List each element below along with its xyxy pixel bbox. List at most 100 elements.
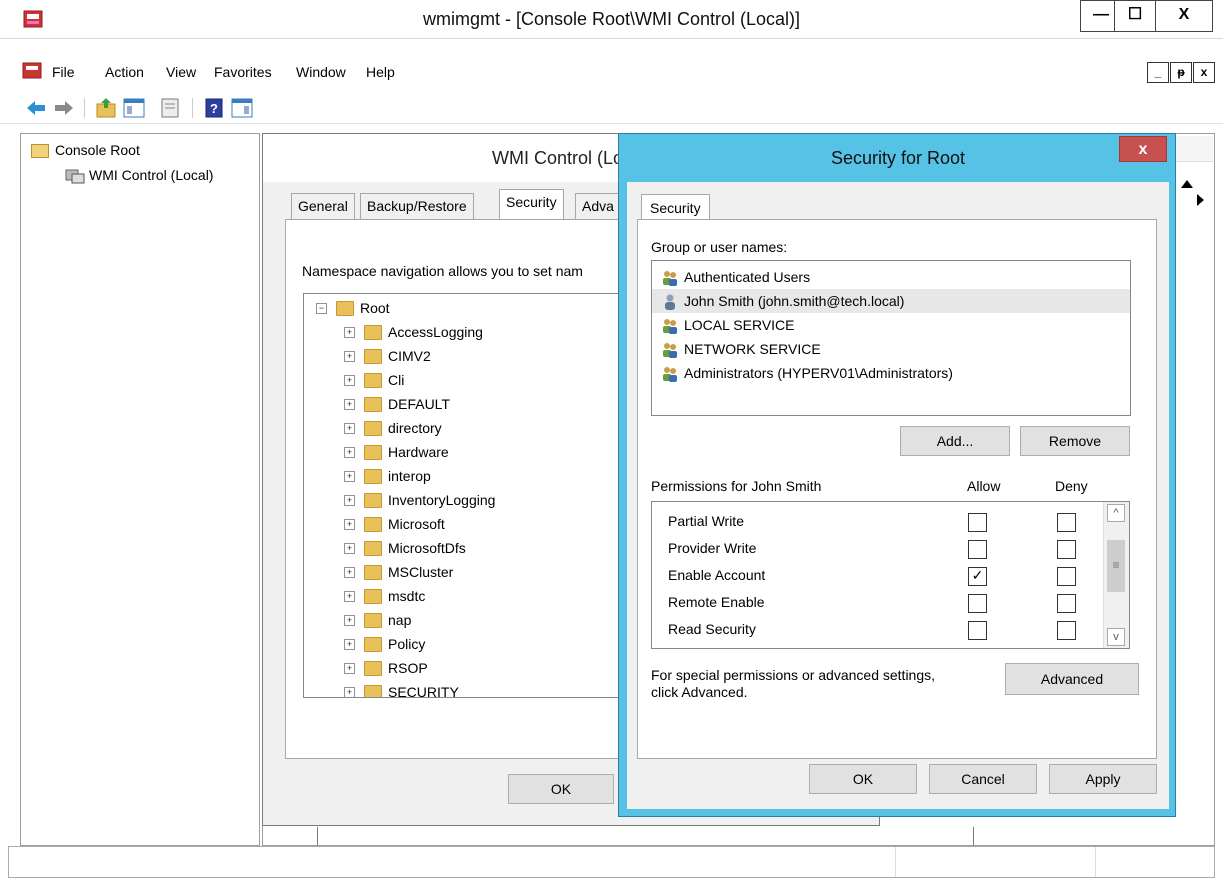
tree-node[interactable]: + MSCluster <box>304 560 634 584</box>
remove-button[interactable]: Remove <box>1020 426 1130 456</box>
collapse-icon[interactable]: − <box>316 303 327 314</box>
expand-icon[interactable]: + <box>344 351 355 362</box>
user-icon <box>662 293 678 310</box>
menu-file[interactable]: File <box>46 60 81 84</box>
user-list-item[interactable]: LOCAL SERVICE <box>652 313 1130 337</box>
expand-icon[interactable]: + <box>344 615 355 626</box>
user-list-item[interactable]: Authenticated Users <box>652 265 1130 289</box>
folder-icon <box>364 421 382 436</box>
expand-icon[interactable]: + <box>344 495 355 506</box>
namespace-tree[interactable]: − Root + AccessLogging + CIMV2 + Cli + DEFAULT + di… <box>303 293 643 698</box>
tree-node[interactable]: − Root <box>304 296 634 320</box>
deny-checkbox[interactable] <box>1057 567 1076 586</box>
back-arrow-icon[interactable] <box>24 96 48 120</box>
tree-node[interactable]: + nap <box>304 608 634 632</box>
allow-checkbox[interactable] <box>968 621 987 640</box>
advanced-button[interactable]: Advanced <box>1005 663 1139 695</box>
allow-checkbox[interactable] <box>968 513 987 532</box>
folder-icon <box>364 469 382 484</box>
expand-icon[interactable]: + <box>344 663 355 674</box>
tree-node[interactable]: + Hardware <box>304 440 634 464</box>
up-folder-icon[interactable] <box>94 96 118 120</box>
user-list-item[interactable]: Administrators (HYPERV01\Administrators) <box>652 361 1130 385</box>
tab-backup-restore[interactable]: Backup/Restore <box>360 193 474 219</box>
apply-button[interactable]: Apply <box>1049 764 1157 794</box>
users-list[interactable]: Authenticated Users John Smith (john.smit… <box>651 260 1131 416</box>
tree-node[interactable]: + Cli <box>304 368 634 392</box>
deny-checkbox[interactable] <box>1057 540 1076 559</box>
allow-checkbox[interactable] <box>968 540 987 559</box>
collapse-arrow-icon[interactable] <box>1181 180 1193 188</box>
scroll-thumb[interactable]: ≡ <box>1107 540 1125 592</box>
folder-icon <box>364 517 382 532</box>
ok-button[interactable]: OK <box>809 764 917 794</box>
expand-icon[interactable]: + <box>344 639 355 650</box>
expand-icon[interactable]: + <box>344 327 355 338</box>
mdi-restore-button[interactable]: ᵽ <box>1170 62 1192 83</box>
add-button[interactable]: Add... <box>900 426 1010 456</box>
expand-icon[interactable]: + <box>344 591 355 602</box>
tree-node[interactable]: + CIMV2 <box>304 344 634 368</box>
menu-help[interactable]: Help <box>360 60 401 84</box>
group-users-icon <box>662 317 678 334</box>
properties-icon[interactable] <box>158 96 182 120</box>
expand-icon[interactable]: + <box>344 687 355 697</box>
scroll-up-icon[interactable]: ^ <box>1107 504 1125 522</box>
scroll-down-icon[interactable]: v <box>1107 628 1125 646</box>
expand-icon[interactable]: + <box>344 519 355 530</box>
tab-general[interactable]: General <box>291 193 355 219</box>
expand-icon[interactable]: + <box>344 447 355 458</box>
close-button[interactable]: X <box>1155 0 1213 32</box>
tree-node[interactable]: + Microsoft <box>304 512 634 536</box>
menu-action[interactable]: Action <box>99 60 150 84</box>
tab-advanced[interactable]: Adva <box>575 193 621 219</box>
tree-node[interactable]: + MicrosoftDfs <box>304 536 634 560</box>
cancel-button[interactable]: Cancel <box>929 764 1037 794</box>
expand-icon[interactable]: + <box>344 471 355 482</box>
permissions-scrollbar[interactable]: ^ ≡ v <box>1103 502 1129 648</box>
user-list-item[interactable]: NETWORK SERVICE <box>652 337 1130 361</box>
permission-name: Enable Account <box>668 567 766 583</box>
allow-checkbox[interactable]: ✓ <box>968 567 987 586</box>
more-actions-arrow-icon[interactable] <box>1197 194 1204 206</box>
tab-security[interactable]: Security <box>641 194 710 220</box>
tab-security[interactable]: Security <box>499 189 564 219</box>
ok-button[interactable]: OK <box>508 774 614 804</box>
expand-icon[interactable]: + <box>344 399 355 410</box>
window-title: wmimgmt - [Console Root\WMI Control (Loc… <box>422 9 801 29</box>
expand-icon[interactable]: + <box>344 543 355 554</box>
mdi-close-button[interactable]: x <box>1193 62 1215 83</box>
tree-item-wmi-control[interactable]: WMI Control (Local) <box>89 167 213 183</box>
menu-favorites[interactable]: Favorites <box>208 60 278 84</box>
tree-item-console-root[interactable]: Console Root <box>55 142 140 158</box>
user-list-item[interactable]: John Smith (john.smith@tech.local) <box>652 289 1130 313</box>
tree-node[interactable]: + directory <box>304 416 634 440</box>
tree-node[interactable]: + Policy <box>304 632 634 656</box>
tree-node[interactable]: + AccessLogging <box>304 320 634 344</box>
tree-node-label: RSOP <box>388 660 428 676</box>
expand-icon[interactable]: + <box>344 567 355 578</box>
close-button[interactable]: x <box>1119 136 1167 162</box>
mdi-minimize-button[interactable]: _ <box>1147 62 1169 83</box>
maximize-button[interactable]: ☐ <box>1114 0 1156 32</box>
deny-checkbox[interactable] <box>1057 513 1076 532</box>
allow-checkbox[interactable] <box>968 594 987 613</box>
forward-arrow-icon[interactable] <box>52 96 76 120</box>
show-hide-tree-icon[interactable] <box>122 96 146 120</box>
tree-node[interactable]: + SECURITY <box>304 680 634 697</box>
app-menu-icon[interactable] <box>22 61 42 81</box>
tree-node[interactable]: + msdtc <box>304 584 634 608</box>
show-action-pane-icon[interactable] <box>230 96 254 120</box>
deny-checkbox[interactable] <box>1057 594 1076 613</box>
tree-node[interactable]: + RSOP <box>304 656 634 680</box>
deny-checkbox[interactable] <box>1057 621 1076 640</box>
tree-node[interactable]: + DEFAULT <box>304 392 634 416</box>
menu-window[interactable]: Window <box>290 60 352 84</box>
help-icon[interactable]: ? <box>202 96 226 120</box>
tree-node[interactable]: + interop <box>304 464 634 488</box>
expand-icon[interactable]: + <box>344 375 355 386</box>
tree-node-label: Hardware <box>388 444 449 460</box>
menu-view[interactable]: View <box>160 60 202 84</box>
expand-icon[interactable]: + <box>344 423 355 434</box>
tree-node[interactable]: + InventoryLogging <box>304 488 634 512</box>
